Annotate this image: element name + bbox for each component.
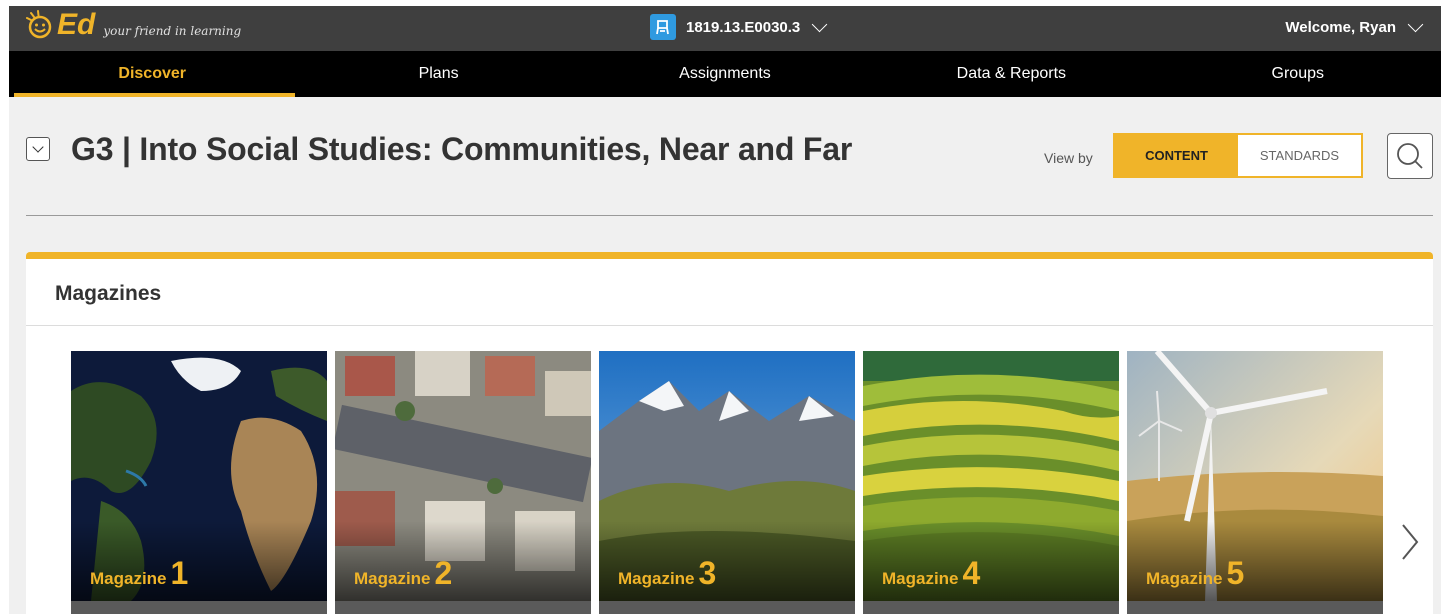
app-frame: Ed your friend in learning 1819.13.E0030… xyxy=(9,6,1441,614)
class-selector-label: 1819.13.E0030.3 xyxy=(686,18,801,36)
card-footer xyxy=(71,601,327,614)
magazine-number: 4 xyxy=(962,555,981,591)
magazine-carousel: Magazine 1 Magazine 2 Magazine 3 Magazin… xyxy=(71,351,1383,614)
card-footer xyxy=(599,601,855,614)
sun-face-icon xyxy=(26,10,52,39)
view-content-button[interactable]: CONTENT xyxy=(1115,135,1238,176)
classroom-icon xyxy=(650,14,676,40)
user-menu[interactable]: Welcome, Ryan xyxy=(1285,16,1424,36)
collapse-toggle-button[interactable] xyxy=(26,137,50,161)
search-icon xyxy=(1397,143,1423,169)
chevron-down-icon xyxy=(32,141,44,153)
magazines-heading: Magazines xyxy=(55,282,162,305)
magazine-label: Magazine 1 xyxy=(90,555,188,592)
logo-tagline: your friend in learning xyxy=(103,24,242,38)
magazine-word: Magazine xyxy=(1146,569,1223,588)
nav-label: Assignments xyxy=(679,65,771,82)
card-footer xyxy=(863,601,1119,614)
nav-label: Data & Reports xyxy=(956,65,1067,82)
title-divider xyxy=(26,215,1433,216)
top-bar: Ed your friend in learning 1819.13.E0030… xyxy=(9,6,1441,51)
card-footer xyxy=(1127,601,1383,614)
magazine-word: Magazine xyxy=(882,569,959,588)
nav-plans[interactable]: Plans xyxy=(295,51,581,97)
magazine-card[interactable]: Magazine 2 xyxy=(335,351,591,614)
chevron-down-icon xyxy=(812,16,828,32)
main-nav: Discover Plans Assignments Data & Report… xyxy=(9,51,1441,97)
view-by-toggle: CONTENT STANDARDS xyxy=(1113,133,1363,178)
class-selector[interactable]: 1819.13.E0030.3 xyxy=(650,14,828,40)
view-by-label: View by xyxy=(1044,150,1093,166)
logo-text: Ed xyxy=(57,8,96,41)
chevron-right-icon[interactable] xyxy=(1395,517,1425,567)
page-title: G3 | Into Social Studies: Communities, N… xyxy=(71,131,853,167)
magazine-card[interactable]: Magazine 1 xyxy=(71,351,327,614)
magazine-label: Magazine 4 xyxy=(882,555,980,592)
view-standards-button[interactable]: STANDARDS xyxy=(1238,135,1361,176)
nav-discover[interactable]: Discover xyxy=(9,51,296,97)
magazine-label: Magazine 2 xyxy=(354,555,452,592)
magazine-card[interactable]: Magazine 4 xyxy=(863,351,1119,614)
logo[interactable]: Ed your friend in learning xyxy=(25,10,241,40)
panel-divider xyxy=(26,325,1433,326)
magazine-number: 5 xyxy=(1226,555,1245,591)
magazine-number: 2 xyxy=(434,555,453,591)
magazine-card[interactable]: Magazine 5 xyxy=(1127,351,1383,614)
nav-label: Plans xyxy=(418,65,459,82)
card-footer xyxy=(335,601,591,614)
welcome-label: Welcome, Ryan xyxy=(1285,19,1396,36)
magazine-label: Magazine 3 xyxy=(618,555,716,592)
chevron-down-icon xyxy=(1407,16,1424,33)
magazine-number: 3 xyxy=(698,555,717,591)
magazine-word: Magazine xyxy=(90,569,167,588)
nav-assignments[interactable]: Assignments xyxy=(582,51,868,97)
magazine-label: Magazine 5 xyxy=(1146,555,1244,592)
magazine-card[interactable]: Magazine 3 xyxy=(599,351,855,614)
nav-label: Groups xyxy=(1271,65,1324,82)
magazine-number: 1 xyxy=(170,555,189,591)
nav-data-reports[interactable]: Data & Reports xyxy=(868,51,1154,97)
nav-label: Discover xyxy=(118,65,186,82)
search-button[interactable] xyxy=(1387,133,1433,179)
magazine-word: Magazine xyxy=(618,569,695,588)
nav-groups[interactable]: Groups xyxy=(1155,51,1441,97)
magazines-panel: Magazines Magazine 1 Magazine 2 Magazine… xyxy=(26,252,1433,614)
magazine-word: Magazine xyxy=(354,569,431,588)
